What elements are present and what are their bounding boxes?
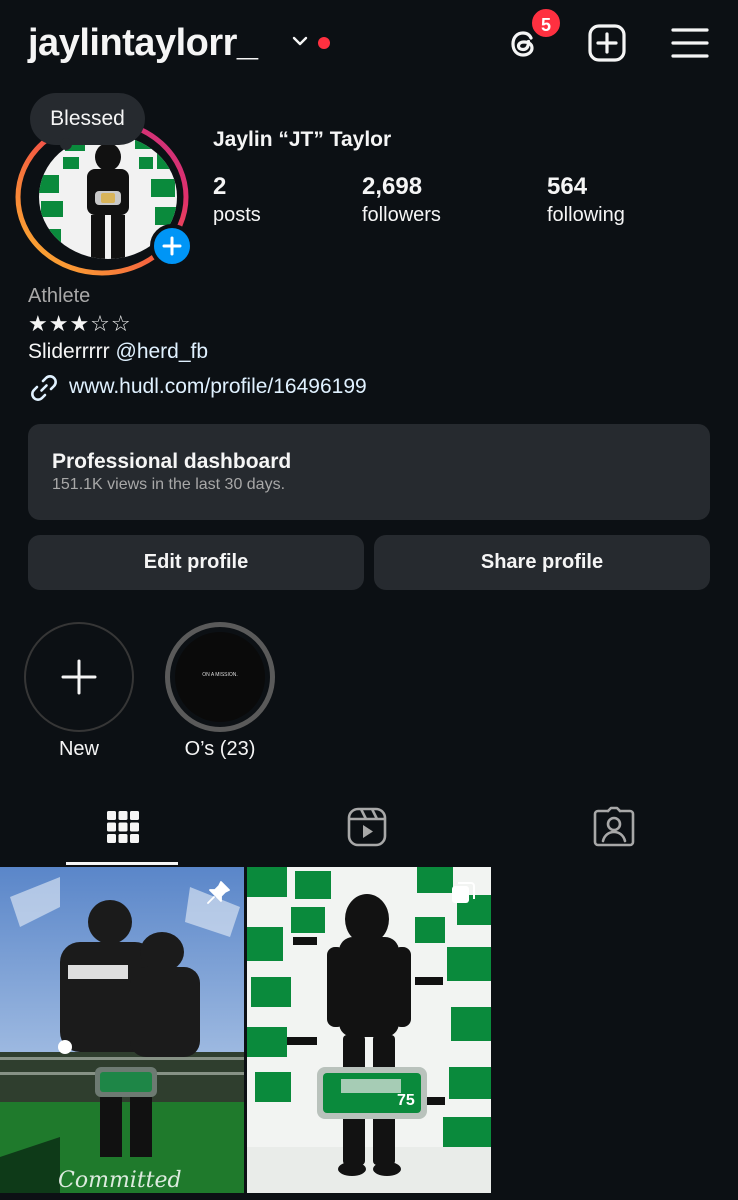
reels-icon[interactable] xyxy=(345,805,389,849)
carousel-icon xyxy=(452,882,475,903)
note-tail xyxy=(60,138,72,150)
posts-count-value: 2 xyxy=(213,173,227,200)
highlight-label: New xyxy=(58,738,99,760)
star-rating: ★★★☆☆ xyxy=(28,312,132,337)
post-thumbnail[interactable]: Committed xyxy=(0,867,244,1193)
bio-text: Sliderrrrr @herd_fb xyxy=(28,340,208,364)
profile-note-bubble[interactable]: Blessed xyxy=(30,93,145,145)
followers-count-value: 2,698 xyxy=(362,173,423,200)
following-count[interactable]: 564 following xyxy=(547,174,625,228)
svg-text:75: 75 xyxy=(397,1092,415,1109)
profile-category: Athlete xyxy=(28,285,91,307)
posts-count-label: posts xyxy=(213,204,261,226)
plus-square-icon[interactable] xyxy=(587,23,627,63)
tagged-person-icon[interactable] xyxy=(592,805,636,849)
highlight-new[interactable]: New xyxy=(24,622,134,761)
followers-count-label: followers xyxy=(362,204,441,226)
highlight-os[interactable]: ON A MISSION. O’s (23) xyxy=(165,622,275,761)
threads-badge: 5 xyxy=(530,7,562,39)
plus-icon xyxy=(162,236,182,256)
highlight-cover: ON A MISSION. xyxy=(175,632,265,722)
post-image: 75 xyxy=(247,867,491,1193)
active-tab-indicator xyxy=(66,862,178,865)
hamburger-menu-icon[interactable] xyxy=(670,25,710,61)
posts-count[interactable]: 2 posts xyxy=(213,174,261,228)
dashboard-title: Professional dashboard xyxy=(52,450,292,473)
grid-icon[interactable] xyxy=(101,805,145,849)
edit-profile-button[interactable]: Edit profile xyxy=(28,535,364,590)
plus-icon xyxy=(61,659,97,695)
post-thumbnail[interactable]: 75 xyxy=(247,867,491,1193)
username-switcher[interactable]: jaylintaylorr_ xyxy=(28,22,258,65)
highlight-cover-text: ON A MISSION. xyxy=(202,672,238,678)
highlight-label: O’s (23) xyxy=(184,738,256,760)
following-count-label: following xyxy=(547,204,625,226)
bio-mention-link[interactable]: @herd_fb xyxy=(116,340,209,363)
followers-count[interactable]: 2,698 followers xyxy=(362,174,441,228)
highlight-os-circle: ON A MISSION. xyxy=(165,622,275,732)
display-name: Jaylin “JT” Taylor xyxy=(213,128,392,151)
profile-link-url[interactable]: www.hudl.com/profile/16496199 xyxy=(69,375,367,399)
add-story-button[interactable] xyxy=(150,224,194,268)
account-notification-dot xyxy=(318,37,330,49)
bio-text-plain: Sliderrrrr xyxy=(28,340,116,363)
pin-icon xyxy=(207,881,230,904)
top-bar: jaylintaylorr_ 5 xyxy=(0,0,738,90)
highlight-new-circle xyxy=(24,622,134,732)
svg-text:Committed: Committed xyxy=(58,1168,182,1193)
chevron-down-icon[interactable] xyxy=(291,32,309,50)
share-profile-button[interactable]: Share profile xyxy=(374,535,710,590)
following-count-value: 564 xyxy=(547,173,588,200)
dashboard-subtitle: 151.1K views in the last 30 days. xyxy=(52,476,286,493)
link-chain-icon xyxy=(31,375,57,401)
post-image: Committed xyxy=(0,867,244,1193)
professional-dashboard[interactable]: Professional dashboard 151.1K views in t… xyxy=(28,424,710,520)
